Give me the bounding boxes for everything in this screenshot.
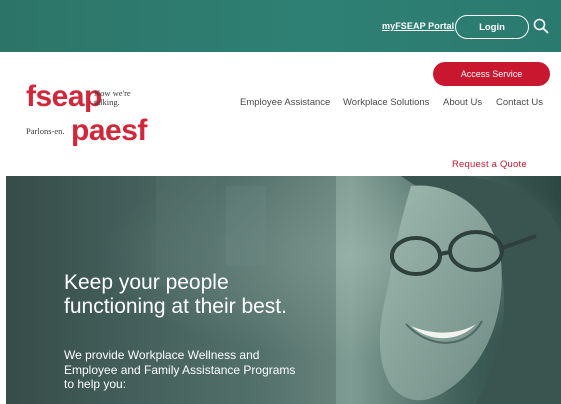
nav-workplace-solutions[interactable]: Workplace Solutions — [343, 97, 429, 108]
access-service-button[interactable]: Access Service — [433, 62, 550, 86]
logo-tagline-line2: talking. — [94, 97, 120, 107]
myfseap-portal-link[interactable]: myFSEAP Portal — [382, 21, 454, 31]
top-utility-bar: myFSEAP Portal Login — [0, 0, 561, 52]
logo-fseap-wordmark: fseap — [26, 80, 102, 113]
nav-employee-assistance[interactable]: Employee Assistance — [240, 97, 330, 108]
logo-parlons-en: Parlons-en. — [26, 126, 65, 136]
logo-paesf-wordmark: paesf — [71, 114, 147, 147]
nav-contact-us[interactable]: Contact Us — [496, 97, 543, 108]
hero-heading: Keep your people functioning at their be… — [64, 271, 364, 319]
hero-heading-line1: Keep your people — [64, 271, 229, 294]
hero-sub-line2: Employee and Family Assistance Programs — [64, 362, 296, 377]
request-quote-link[interactable]: Request a Quote — [452, 159, 527, 170]
hero-sub-line1: We provide Workplace Wellness and — [64, 348, 260, 362]
nav-about-us[interactable]: About Us — [443, 97, 482, 108]
logo-tagline: Now we're talking. — [94, 89, 131, 107]
site-header: fseap Now we're talking. Parlons-en. pae… — [0, 52, 561, 176]
hero-heading-line2: functioning at their best. — [64, 295, 287, 318]
login-button[interactable]: Login — [455, 15, 529, 39]
search-icon[interactable] — [533, 18, 549, 34]
hero-sub-line3: to help you: — [64, 377, 127, 391]
hero-banner: Keep your people functioning at their be… — [6, 176, 561, 404]
hero-subheading: We provide Workplace Wellness and Employ… — [64, 348, 384, 392]
